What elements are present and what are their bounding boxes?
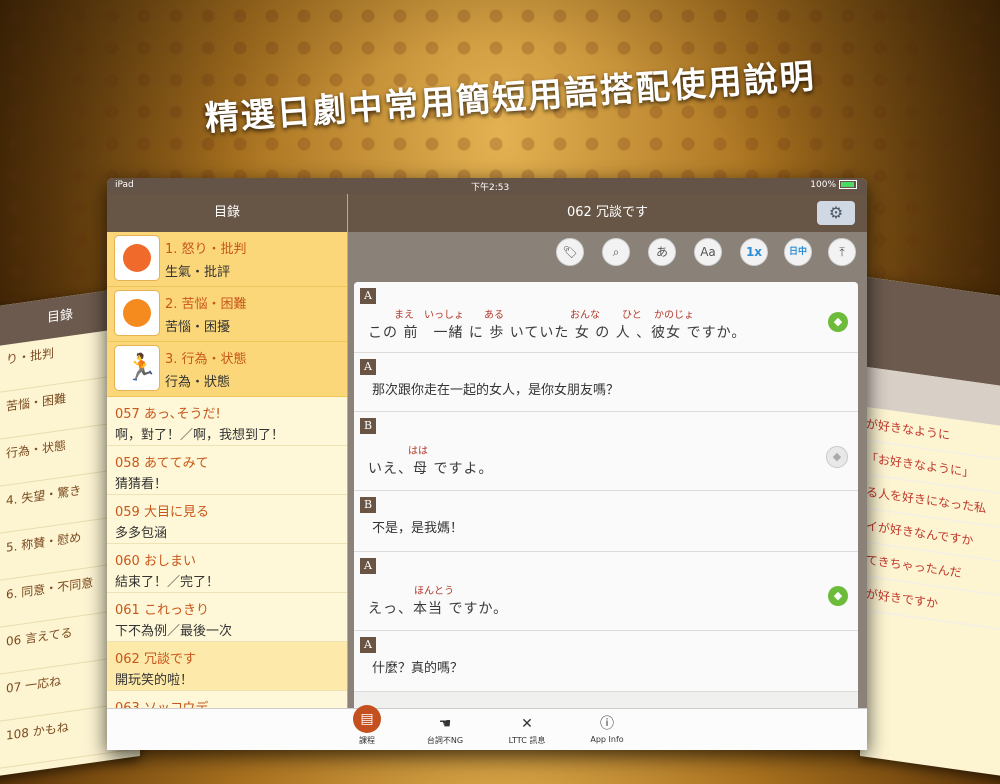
category-item[interactable]: 2. 苦悩・困難 苦惱・困擾 — [107, 287, 347, 342]
scroll-top-icon[interactable]: ⤒ — [828, 238, 856, 266]
tab-lttc-info[interactable]: ✕ LTTC 訊息 — [497, 715, 557, 746]
worried-face-icon — [115, 291, 159, 335]
bookmark-tag-icon[interactable]: ◆ — [828, 312, 848, 332]
phrase-zh: 多多包涵 — [115, 526, 168, 541]
runner-icon: 🏃 — [115, 346, 159, 390]
search-icon[interactable]: ⌕ — [602, 238, 630, 266]
ruby-text: まえ — [394, 310, 414, 321]
phrase-zh: 下不為例／最後一次 — [115, 624, 233, 639]
status-battery: 100% — [810, 180, 857, 190]
bookmark-tag-icon[interactable]: ◆ — [828, 586, 848, 606]
speaker-label: A — [360, 558, 376, 574]
category-subtitle: 苦惱・困擾 — [165, 320, 231, 335]
tab-label: 台詞不NG — [426, 736, 464, 745]
category-subtitle: 行為・狀態 — [165, 375, 231, 390]
category-item[interactable]: 1. 怒り・批判 生氣・批評 — [107, 232, 347, 287]
dialog-line[interactable]: A まえ いっしょ ある おんな ひと かのじょ この 前 一緒 に 歩 いてい… — [354, 282, 858, 353]
tab-label: LTTC 訊息 — [508, 736, 546, 745]
lesson-panel: 062 冗談です ⚙ 🏷 ⌕ あ Aa 1x 日中 ⤒ A まえ いっしょ ある… — [348, 194, 867, 708]
phrase-item[interactable]: 057 あっ､そうだ! 啊，對了！／啊，我想到了！ — [107, 397, 347, 446]
phrase-item[interactable]: 061 これっきり 下不為例／最後一次 — [107, 593, 347, 642]
phrase-jp: 061 これっきり — [115, 603, 209, 618]
ruby-text: ほんとう — [414, 586, 454, 597]
lesson-header: 062 冗談です ⚙ — [348, 194, 867, 232]
phrase-zh: 啊，對了！／啊，我想到了！ — [115, 428, 285, 443]
dialog-line[interactable]: A ほんとう えっ、本当 ですか。 ◆ — [354, 552, 858, 631]
toc-title: 目錄 — [107, 194, 347, 232]
settings-gear-icon[interactable]: ⚙ — [817, 201, 855, 225]
speaker-label: A — [360, 637, 376, 653]
hand-icon: ☚ — [438, 716, 452, 732]
phrase-item[interactable]: 058 あててみて 猜猜看！ — [107, 446, 347, 495]
bookmark-tag-icon[interactable]: ◆ — [826, 446, 848, 468]
phrase-jp: 060 おしまい — [115, 554, 196, 569]
battery-icon — [839, 180, 857, 189]
dialog-line[interactable]: B はは いえ、母 ですよ。 ◆ — [354, 412, 858, 491]
phrase-item[interactable]: 060 おしまい 結束了！／完了！ — [107, 544, 347, 593]
category-title: 1. 怒り・批判 — [165, 242, 247, 257]
dialog-line[interactable]: A 那次跟你走在一起的女人，是你女朋友嗎？ — [354, 353, 858, 412]
tab-lines-not-ng[interactable]: ☚ 台詞不NG — [415, 715, 475, 746]
dialog-text-jp: いえ、母 ですよ。 — [368, 461, 494, 477]
category-title: 3. 行為・状態 — [165, 352, 247, 367]
tab-bar: ▤ 課程 ☚ 台詞不NG ✕ LTTC 訊息 ⓘ App Info — [107, 705, 867, 750]
side-tablet-right: が好きなように 「お好きなように」 る人を好きになった私 イが好きなんですか て… — [860, 275, 1000, 784]
jp-zh-toggle-button[interactable]: 日中 — [784, 238, 812, 266]
ruby-text: ある — [484, 310, 504, 321]
dialog-list: A まえ いっしょ ある おんな ひと かのじょ この 前 一緒 に 歩 いてい… — [354, 282, 858, 708]
info-icon: ⓘ — [600, 716, 614, 732]
phrase-zh: 結束了！／完了！ — [115, 575, 220, 590]
speed-button[interactable]: 1x — [740, 238, 768, 266]
speaker-label: A — [360, 359, 376, 375]
phrase-item[interactable]: 063 ソッコウデ — [107, 691, 347, 708]
ruby-text: いっしょ — [424, 310, 464, 321]
phrase-jp: 063 ソッコウデ — [115, 697, 208, 708]
tools-icon: ✕ — [521, 716, 533, 732]
dialog-text-zh: 那次跟你走在一起的女人，是你女朋友嗎？ — [372, 383, 620, 398]
tab-lessons[interactable]: ▤ 課程 — [337, 705, 397, 746]
dialog-text-jp: この 前 一緒 に 歩 いていた 女 の 人 、彼女 ですか。 — [368, 325, 747, 341]
status-time: 下午2:53 — [471, 183, 510, 193]
tab-label: App Info — [590, 735, 624, 744]
tab-app-info[interactable]: ⓘ App Info — [577, 715, 637, 744]
dialog-text-zh: 什麼？真的嗎？ — [372, 661, 464, 676]
dialog-line[interactable]: B 不是，是我媽！ — [354, 491, 858, 552]
ruby-text: おんな — [570, 310, 600, 321]
phrase-jp: 058 あててみて — [115, 456, 209, 471]
phrase-jp: 057 あっ､そうだ! — [115, 407, 221, 422]
dialog-text-zh: 不是，是我媽！ — [372, 521, 464, 536]
phrase-jp: 062 冗談です — [115, 652, 196, 667]
ruby-text: ひと — [622, 310, 642, 321]
phrase-item[interactable]: 059 大目に見る 多多包涵 — [107, 495, 347, 544]
speaker-label: A — [360, 288, 376, 304]
font-size-button[interactable]: Aa — [694, 238, 722, 266]
dialog-text-jp: えっ、本当 ですか。 — [368, 601, 509, 617]
battery-percent: 100% — [810, 180, 836, 190]
tag-icon[interactable]: 🏷 — [556, 238, 584, 266]
lesson-toolbar: 🏷 ⌕ あ Aa 1x 日中 ⤒ — [348, 232, 867, 270]
status-bar: iPad 下午2:53 100% — [107, 178, 867, 194]
book-icon: ▤ — [353, 705, 381, 733]
dialog-line[interactable]: A 什麼？真的嗎？ — [354, 631, 858, 692]
lesson-title: 062 冗談です — [567, 205, 648, 220]
category-subtitle: 生氣・批評 — [165, 265, 231, 280]
category-item[interactable]: 🏃 3. 行為・状態 行為・狀態 — [107, 342, 347, 397]
ruby-text: かのじょ — [654, 310, 694, 321]
ruby-text: はは — [408, 446, 428, 457]
phrase-item-selected[interactable]: 062 冗談です 開玩笑的啦！ — [107, 642, 347, 691]
ipad-screen: iPad 下午2:53 100% 目錄 1. 怒り・批判 生氣・批評 2. 苦悩… — [107, 178, 867, 750]
toc-panel: 目錄 1. 怒り・批判 生氣・批評 2. 苦悩・困難 苦惱・困擾 🏃 3. 行為… — [107, 194, 348, 708]
phrase-zh: 猜猜看！ — [115, 477, 168, 492]
phrase-jp: 059 大目に見る — [115, 505, 209, 520]
status-device: iPad — [115, 180, 134, 190]
speaker-label: B — [360, 497, 376, 513]
tab-label: 課程 — [359, 736, 375, 745]
kana-button[interactable]: あ — [648, 238, 676, 266]
category-title: 2. 苦悩・困難 — [165, 297, 247, 312]
phrase-zh: 開玩笑的啦！ — [115, 673, 194, 688]
speaker-label: B — [360, 418, 376, 434]
angry-face-icon — [115, 236, 159, 280]
